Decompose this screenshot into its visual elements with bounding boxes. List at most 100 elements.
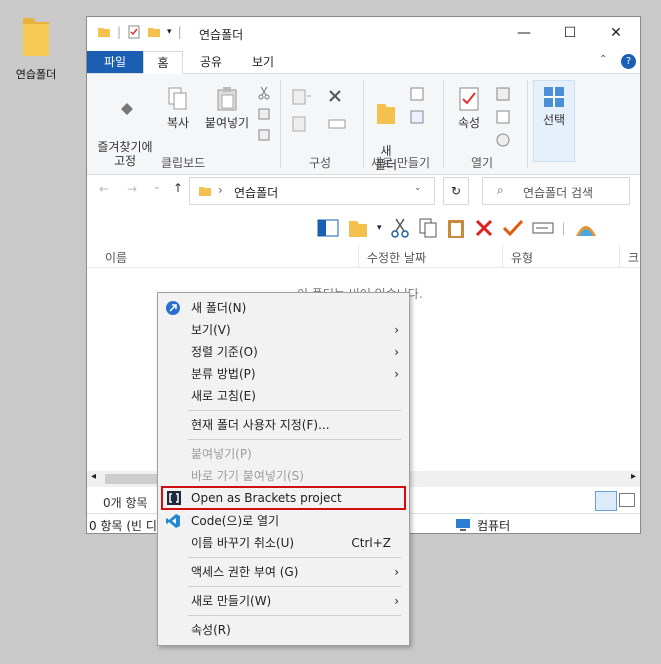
select-icon: [544, 87, 564, 107]
delete-icon[interactable]: [327, 88, 349, 106]
history-icon[interactable]: [495, 132, 513, 148]
menu-item-refresh[interactable]: 새로 고침(E): [158, 385, 409, 407]
new-folder-icon[interactable]: [147, 25, 161, 39]
up-icon[interactable]: ↑: [173, 181, 183, 195]
menu-item-paste-shortcut: 바로 가기 붙여넣기(S): [191, 469, 304, 483]
copy-to-icon[interactable]: [291, 115, 313, 133]
submenu-arrow-icon: ›: [394, 367, 399, 381]
pin-icon: [120, 103, 133, 116]
layout-dropdown-icon[interactable]: ▾: [377, 223, 382, 233]
menu-item-customize-folder[interactable]: 현재 폴더 사용자 지정(F)...: [158, 414, 409, 436]
brackets-icon: [167, 491, 181, 505]
maximize-button[interactable]: ☐: [547, 17, 593, 49]
move-to-icon[interactable]: [291, 88, 313, 106]
scroll-right-icon[interactable]: ▸: [631, 471, 636, 482]
open-buttons: [495, 86, 513, 151]
item-count: 0개 항목: [103, 496, 148, 510]
cut-icon[interactable]: [257, 86, 271, 100]
menu-item-properties[interactable]: 속성(R): [158, 619, 409, 641]
shell-extension-toolbar: ▾ |: [317, 215, 598, 241]
search-input[interactable]: ⌕ 연습폴더 검색: [482, 177, 630, 205]
tab-share[interactable]: 공유: [191, 51, 231, 73]
column-size[interactable]: 크: [628, 249, 639, 266]
desktop-folder-icon[interactable]: 연습폴더: [8, 14, 64, 82]
delete-icon[interactable]: [474, 218, 494, 238]
folder-icon: [21, 14, 51, 58]
column-name[interactable]: 이름: [105, 249, 127, 266]
navigation-bar: ← → ⌄ ↑ › 연습폴더 ⌄ ↻ ⌕ 연습폴더 검색: [87, 177, 640, 211]
ribbon: 즐겨찾기에 고정 복사 붙여넣기 클립보드 구성 새 폴더 새로 만들기 속성 …: [87, 74, 640, 175]
tab-home[interactable]: 홈: [143, 51, 183, 74]
properties-button[interactable]: 속성: [451, 86, 487, 130]
column-type[interactable]: 유형: [511, 249, 533, 266]
back-icon[interactable]: ←: [99, 182, 109, 196]
rename-icon[interactable]: [532, 219, 554, 237]
pin-to-quick-access-button[interactable]: 즐겨찾기에 고정: [93, 86, 157, 168]
cut-icon[interactable]: [390, 217, 410, 239]
select-button[interactable]: 선택: [533, 80, 575, 162]
address-dropdown-icon[interactable]: ⌄: [414, 183, 422, 193]
copy-icon: [168, 87, 187, 110]
menu-item-open-brackets[interactable]: Open as Brackets project: [161, 486, 406, 510]
easy-access-icon[interactable]: [409, 109, 427, 125]
menu-item-sort-by[interactable]: 정렬 기준(O) ›: [158, 341, 409, 363]
computer-icon: [456, 519, 470, 531]
details-view-button[interactable]: [595, 491, 617, 511]
address-path: 연습폴더: [234, 186, 279, 200]
shortcut-label: Ctrl+Z: [351, 536, 391, 550]
menu-item-give-access[interactable]: 액세스 권한 부여 (G) ›: [158, 561, 409, 583]
copy-icon[interactable]: [418, 217, 438, 239]
menu-item-open-with-code[interactable]: Code(으)로 열기: [158, 510, 409, 532]
copy-button[interactable]: 복사: [161, 86, 195, 130]
submenu-arrow-icon: ›: [394, 323, 399, 337]
minimize-button[interactable]: —: [501, 17, 547, 49]
submenu-arrow-icon: ›: [394, 565, 399, 579]
preview-pane-icon[interactable]: [317, 218, 339, 238]
menu-item-view[interactable]: 보기(V) ›: [158, 319, 409, 341]
check-icon[interactable]: [502, 218, 524, 238]
paste-button[interactable]: 붙여넣기: [199, 86, 255, 130]
submenu-arrow-icon: ›: [394, 345, 399, 359]
quick-access-toolbar: | ▾ |: [97, 25, 182, 39]
properties-icon[interactable]: [127, 25, 141, 39]
new-group-label: 새로 만들기: [371, 156, 431, 170]
address-bar[interactable]: › 연습폴더 ⌄: [189, 177, 435, 205]
menu-separator: [188, 439, 401, 440]
column-header: 이름 수정한 날짜 유형 크: [87, 245, 640, 268]
open-icon[interactable]: [495, 86, 513, 102]
layout-icon[interactable]: [347, 217, 369, 239]
refresh-button[interactable]: ↻: [443, 177, 469, 205]
menu-item-group-by[interactable]: 분류 방법(P) ›: [158, 363, 409, 385]
ribbon-tabs: 파일 홈 공유 보기 ⌃ ?: [87, 51, 640, 74]
shell-icon[interactable]: [574, 216, 598, 240]
column-modified[interactable]: 수정한 날짜: [367, 249, 426, 266]
customize-quick-access-icon[interactable]: ▾: [167, 27, 172, 37]
open-group-label: 열기: [471, 156, 494, 170]
help-icon[interactable]: ?: [621, 54, 636, 69]
folder-icon: [98, 28, 110, 37]
tab-view[interactable]: 보기: [243, 51, 283, 73]
menu-separator: [188, 557, 401, 558]
recent-icon[interactable]: ⌄: [153, 182, 161, 192]
edit-icon[interactable]: [495, 109, 513, 125]
title-bar: | ▾ | 연습폴더 — ☐ ✕: [87, 17, 640, 51]
rename-icon[interactable]: [327, 115, 349, 133]
collapse-ribbon-icon[interactable]: ⌃: [599, 54, 607, 65]
scroll-left-icon[interactable]: ◂: [91, 471, 96, 482]
menu-separator: [188, 615, 401, 616]
tab-file[interactable]: 파일: [87, 51, 143, 73]
menu-item-new[interactable]: 새로 만들기(W) ›: [158, 590, 409, 612]
menu-item-new-folder[interactable]: 새 폴더(N): [158, 297, 409, 319]
menu-item-undo-rename[interactable]: 이름 바꾸기 취소(U) Ctrl+Z: [158, 532, 409, 554]
large-icons-view-button[interactable]: [619, 493, 635, 507]
desktop-folder-label: 연습폴더: [15, 68, 57, 81]
new-item-buttons: [409, 86, 427, 128]
forward-icon[interactable]: →: [127, 182, 137, 196]
paste-icon: [217, 87, 237, 111]
window-title: 연습폴더: [199, 28, 244, 42]
close-button[interactable]: ✕: [593, 17, 639, 49]
new-item-icon[interactable]: [409, 86, 427, 102]
paste-icon[interactable]: [446, 217, 466, 239]
copy-path-icon[interactable]: [257, 107, 271, 121]
paste-shortcut-icon[interactable]: [257, 128, 271, 142]
